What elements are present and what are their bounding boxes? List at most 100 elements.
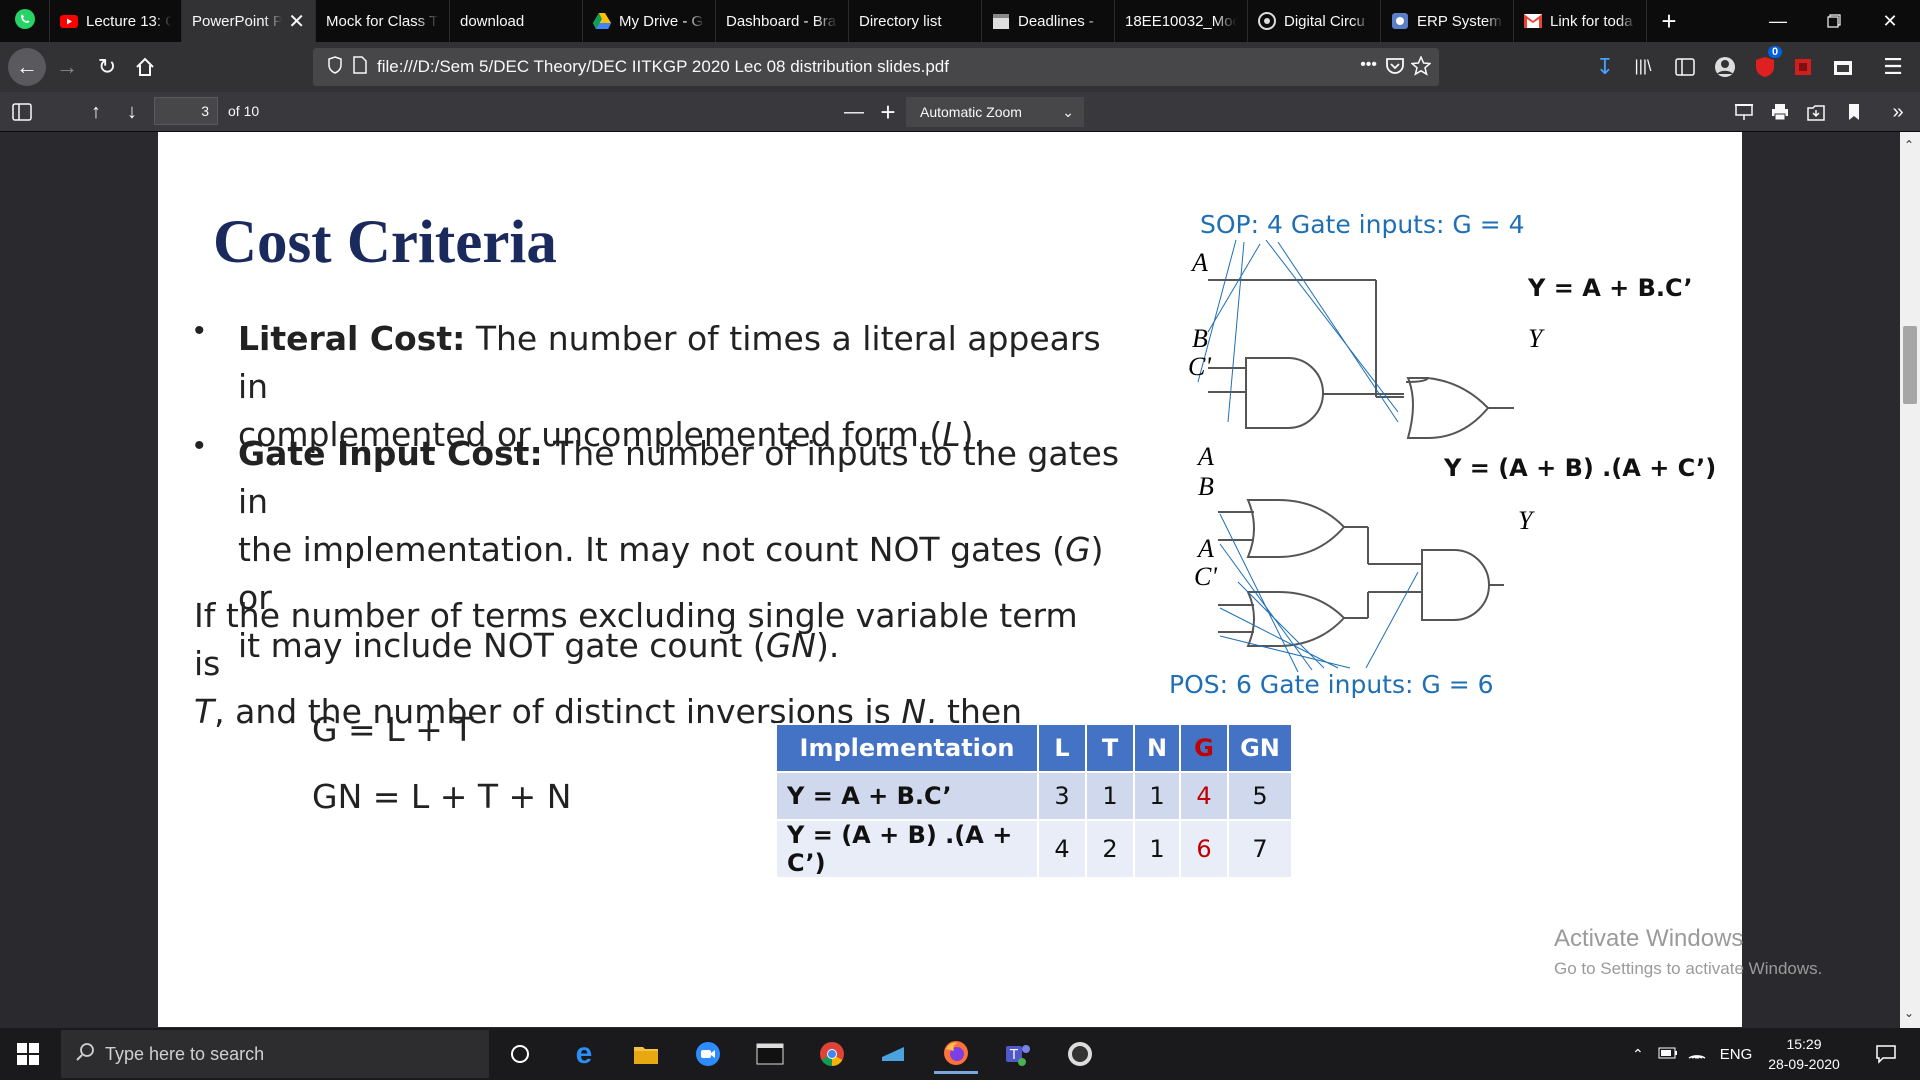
minimize-button[interactable]: — xyxy=(1750,0,1806,42)
activate-windows-heading: Activate Windows xyxy=(1554,925,1744,952)
slide-title: Cost Criteria xyxy=(213,209,557,276)
extension-ublock[interactable]: 0 xyxy=(1748,46,1783,84)
tab-powerpoint[interactable]: PowerPoint P ✕ xyxy=(182,0,316,42)
tab-18ee10032[interactable]: 18EE10032_Moc xyxy=(1115,0,1248,42)
home-button[interactable] xyxy=(128,50,162,84)
literal-cost-term: Literal Cost: xyxy=(238,319,466,358)
toggle-sidebar-button[interactable] xyxy=(6,96,38,128)
youtube-icon xyxy=(60,12,78,30)
page-count-label: of 10 xyxy=(228,103,260,119)
main-menu-button[interactable]: ☰ xyxy=(1876,50,1910,84)
page-icon xyxy=(353,55,367,79)
bookmark-star-icon[interactable] xyxy=(1410,55,1432,81)
previous-page-button[interactable]: ↑ xyxy=(80,96,112,128)
extension-screenshot[interactable] xyxy=(1826,50,1860,84)
taskbar-terminal[interactable] xyxy=(748,1034,792,1074)
zoom-in-button[interactable]: + xyxy=(872,96,904,128)
tab-directory-list[interactable]: Directory list xyxy=(849,0,982,42)
whatsapp-tab-pinned[interactable] xyxy=(0,0,50,42)
restore-button[interactable] xyxy=(1806,0,1862,42)
tab-deadlines[interactable]: Deadlines - xyxy=(982,0,1115,42)
battery-icon[interactable] xyxy=(1658,1046,1678,1063)
tab-my-drive[interactable]: My Drive - G xyxy=(583,0,716,42)
bookmark-view-button[interactable] xyxy=(1838,96,1870,128)
tab-download[interactable]: download xyxy=(450,0,583,42)
wifi-icon[interactable] xyxy=(1688,1044,1706,1064)
new-tab-button[interactable]: + xyxy=(1647,0,1691,42)
back-button[interactable]: ← xyxy=(8,48,46,86)
page-number-input[interactable]: 3 xyxy=(154,97,218,125)
tools-menu-button[interactable]: » xyxy=(1882,96,1914,128)
scrollbar-thumb[interactable] xyxy=(1903,326,1917,404)
address-bar[interactable]: file:///D:/Sem 5/DEC Theory/DEC IITKGP 2… xyxy=(313,48,1439,86)
forward-button[interactable]: → xyxy=(50,50,84,84)
action-center-button[interactable] xyxy=(1864,1034,1908,1074)
start-button[interactable] xyxy=(6,1034,50,1074)
shield-icon[interactable] xyxy=(327,55,343,79)
arrow-up-icon: ↑ xyxy=(91,100,101,123)
terminal-icon xyxy=(756,1043,784,1065)
tab-dashboard[interactable]: Dashboard - Bra xyxy=(716,0,849,42)
sidebar-toggle-button[interactable] xyxy=(1668,50,1702,84)
reload-button[interactable]: ↻ xyxy=(90,50,124,84)
scroll-up-icon[interactable]: ⌃ xyxy=(1904,138,1914,152)
restore-icon xyxy=(1827,14,1841,28)
taskbar-clock[interactable]: 15:29 28-09-2020 xyxy=(1756,1034,1852,1074)
scroll-down-icon[interactable]: ⌄ xyxy=(1904,1006,1914,1020)
url-text[interactable]: file:///D:/Sem 5/DEC Theory/DEC IITKGP 2… xyxy=(377,57,949,77)
sop-output-y: Y xyxy=(1528,324,1543,353)
close-tab-icon[interactable]: ✕ xyxy=(288,9,305,34)
show-hidden-icons-chevron-icon[interactable]: ⌃ xyxy=(1632,1046,1644,1063)
taskbar-search-box[interactable]: Type here to search xyxy=(61,1030,489,1078)
gmail-icon xyxy=(1524,12,1542,30)
activate-windows-subtext: Go to Settings to activate Windows. xyxy=(1554,959,1823,978)
taskbar-zoom[interactable] xyxy=(686,1034,730,1074)
edge-icon: e xyxy=(575,1037,593,1070)
presentation-mode-button[interactable] xyxy=(1728,96,1760,128)
taskbar-teams[interactable]: T xyxy=(996,1034,1040,1074)
taskbar-file-explorer[interactable] xyxy=(624,1034,668,1074)
tab-link-for-today[interactable]: Link for toda xyxy=(1514,0,1647,42)
extension-red[interactable] xyxy=(1786,50,1820,84)
taskbar-edge[interactable]: e xyxy=(562,1034,606,1074)
pdf-viewer[interactable]: Cost Criteria • Literal Cost: The number… xyxy=(0,132,1920,1028)
vertical-scrollbar[interactable]: ⌃ ⌄ xyxy=(1900,132,1920,1028)
search-icon xyxy=(75,1042,95,1067)
tab-mock-class[interactable]: Mock for Class T xyxy=(316,0,450,42)
google-drive-icon xyxy=(593,12,611,30)
pdf-page: Cost Criteria • Literal Cost: The number… xyxy=(158,132,1742,1027)
sidebar-icon xyxy=(1675,58,1695,76)
cell-n: 1 xyxy=(1133,819,1181,879)
taskbar-firefox[interactable] xyxy=(934,1034,978,1074)
pdf-toolbar: ↑ ↓ 3 of 10 — + Automatic Zoom ⌄ » xyxy=(0,92,1920,132)
pocket-icon[interactable] xyxy=(1385,56,1405,81)
tab-erp-system[interactable]: ERP System xyxy=(1381,0,1514,42)
taskbar-github-desktop[interactable] xyxy=(1058,1034,1102,1074)
folder-extension-icon xyxy=(1834,61,1852,75)
language-indicator[interactable]: ENG xyxy=(1720,1046,1753,1063)
pos-output-y: Y xyxy=(1518,506,1533,535)
cost-table: Implementation L T N G GN Y = A + B.C’ 3… xyxy=(775,723,1293,879)
downloads-button[interactable]: ↧ xyxy=(1588,50,1622,84)
close-window-button[interactable]: ✕ xyxy=(1862,0,1918,42)
taskbar-projector-app[interactable] xyxy=(872,1034,916,1074)
cortana-button[interactable] xyxy=(498,1034,542,1074)
tab-title: Lecture 13: C xyxy=(86,12,171,30)
page-actions-menu[interactable]: ••• xyxy=(1360,56,1377,74)
save-pdf-button[interactable] xyxy=(1800,96,1832,128)
github-icon xyxy=(1068,1042,1092,1066)
next-page-button[interactable]: ↓ xyxy=(116,96,148,128)
printer-icon xyxy=(1772,104,1788,121)
plus-icon: + xyxy=(880,96,896,127)
print-button[interactable] xyxy=(1764,96,1796,128)
library-button[interactable]: |||\ xyxy=(1626,50,1660,84)
account-button[interactable] xyxy=(1708,50,1742,84)
taskbar-chrome[interactable] xyxy=(810,1034,854,1074)
cell-t: 2 xyxy=(1085,819,1135,879)
tab-digital-circuits[interactable]: Digital Circu xyxy=(1248,0,1381,42)
tab-lecture[interactable]: Lecture 13: C xyxy=(50,0,182,42)
table-row: Y = A + B.C’ 3 1 1 4 5 xyxy=(775,771,1293,821)
zoom-select[interactable]: Automatic Zoom ⌄ xyxy=(906,97,1084,127)
zoom-out-button[interactable]: — xyxy=(838,96,870,128)
hamburger-menu-icon: ☰ xyxy=(1883,54,1903,79)
